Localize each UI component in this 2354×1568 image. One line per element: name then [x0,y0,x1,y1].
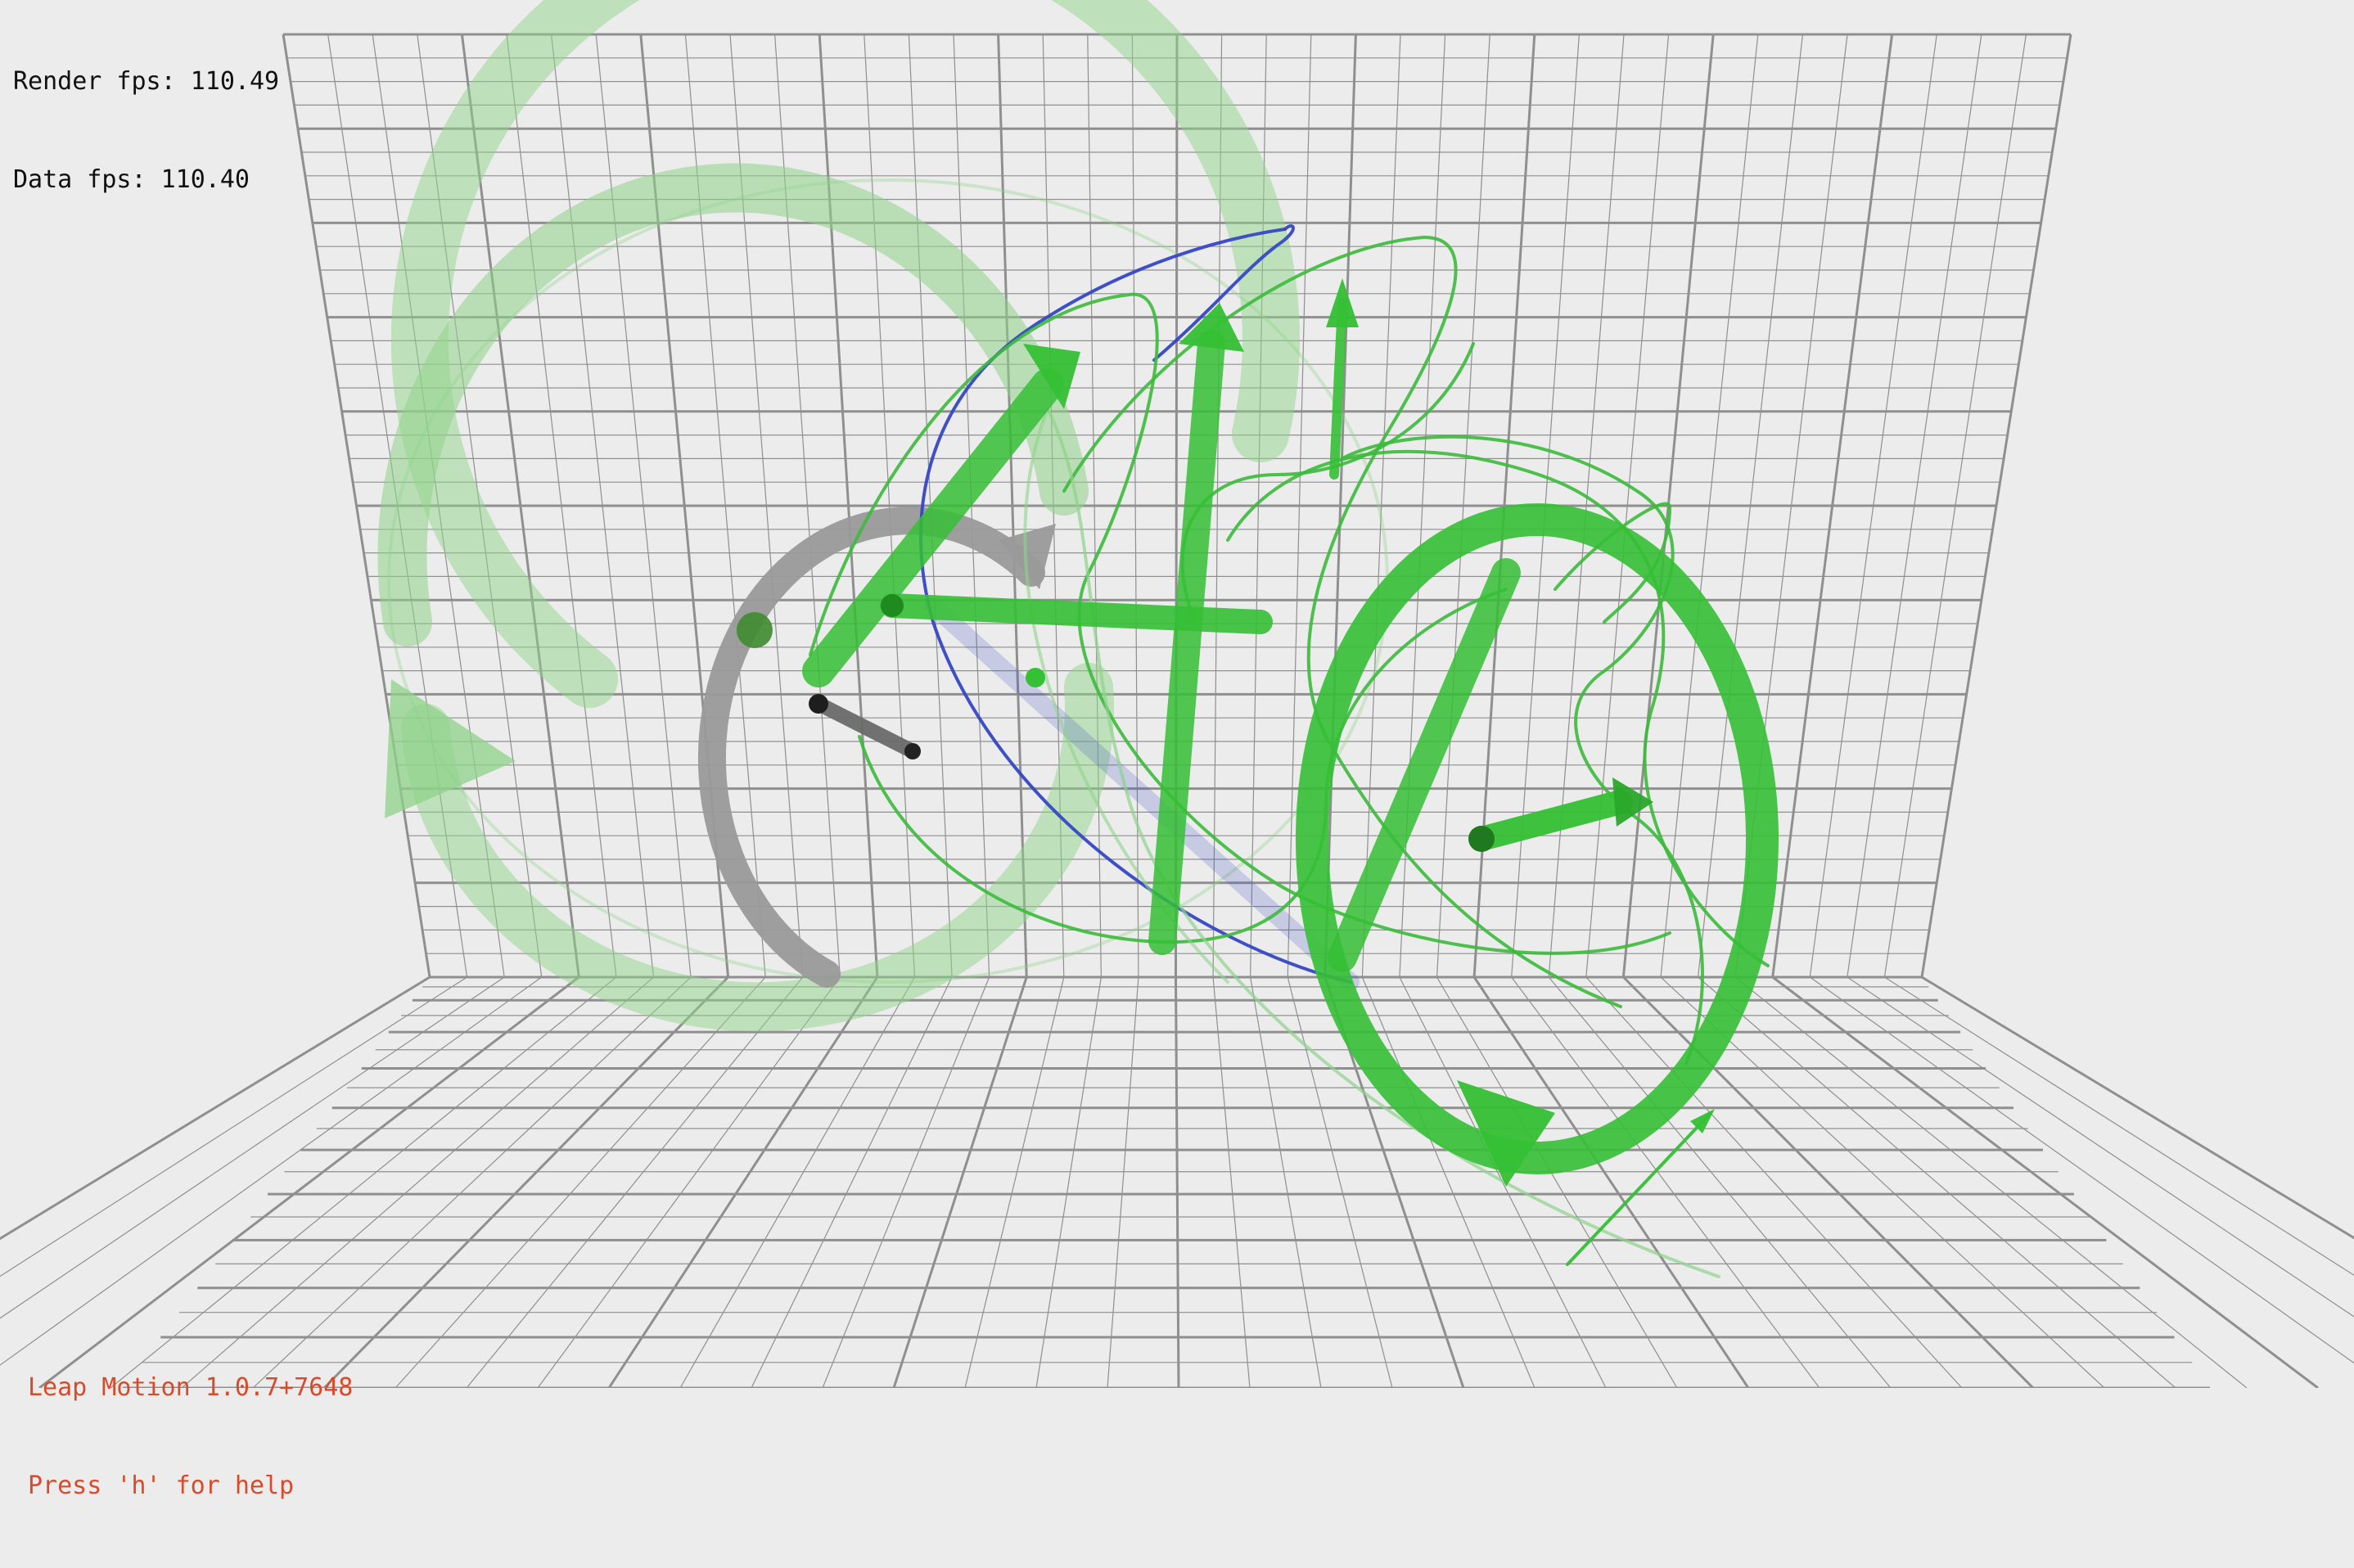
help-hint: Press 'h' for help [28,1471,295,1500]
3d-scene [0,0,2354,1388]
hand-direction-cap [881,594,904,617]
data-fps-label: Data fps: 110.40 [13,165,250,194]
finger-base-gray [809,694,828,714]
finger-sphere [1026,668,1045,687]
finger-tip-gray [904,743,921,759]
visualizer-viewport[interactable]: Render fps: 110.49 Data fps: 110.40 Leap… [0,0,2354,1500]
palm-normal-cap [1468,826,1495,852]
version-label: Leap Motion 1.0.7+7648 [28,1373,354,1402]
render-fps-label: Render fps: 110.49 [13,67,280,96]
hand-sphere [737,612,773,648]
fps-stats: Render fps: 110.49 Data fps: 110.40 [13,0,279,262]
hand-direction-cylinder [880,593,1273,634]
app-info: Leap Motion 1.0.7+7648 Press 'h' for hel… [28,1306,353,1568]
